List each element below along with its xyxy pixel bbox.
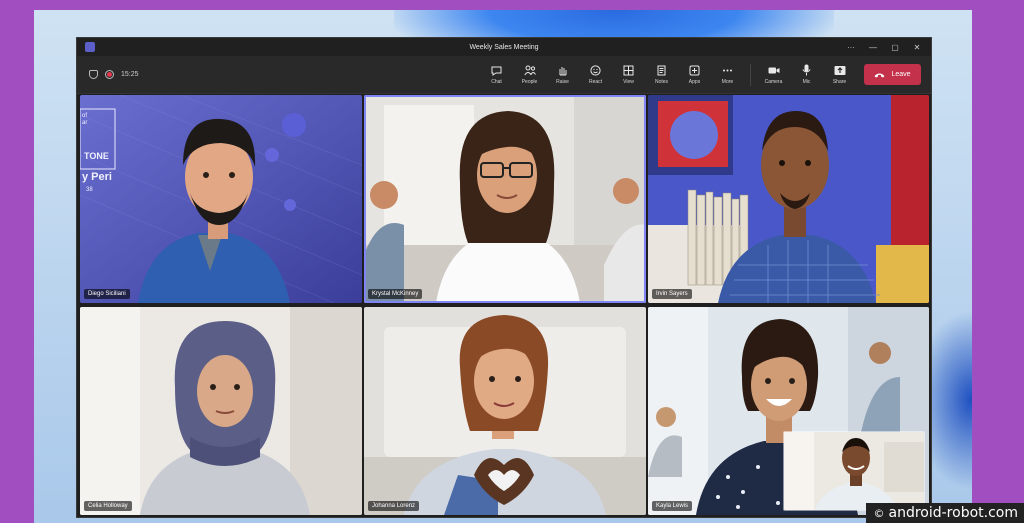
view-button[interactable]: View: [612, 64, 645, 85]
camera-label: Camera: [764, 79, 783, 85]
people-button[interactable]: People: [513, 64, 546, 85]
participant-name-kayla: Kayla Lewis: [652, 501, 693, 511]
participant-name-celia: Celia Holloway: [84, 501, 132, 511]
chat-button[interactable]: Chat: [480, 64, 513, 85]
mic-button[interactable]: Mic: [790, 64, 823, 85]
shield-icon: [89, 70, 98, 79]
more-label: More: [721, 79, 734, 85]
title-bar: Weekly Sales Meeting ··· — ▢ ✕: [77, 38, 931, 56]
window-controls: ··· — ▢ ✕: [845, 43, 931, 52]
apps-button[interactable]: Apps: [678, 64, 711, 85]
teams-meeting-window: Weekly Sales Meeting ··· — ▢ ✕ 15:25 Cha…: [76, 37, 932, 518]
meeting-toolbar: 15:25 Chat People Raise React View Notes…: [77, 56, 931, 94]
participant-tile-krystal[interactable]: Krystal McKinney: [364, 95, 646, 303]
participant-name-irvin: Irvin Sayers: [652, 289, 692, 299]
minimize-button[interactable]: —: [867, 43, 879, 52]
chat-label: Chat: [491, 79, 502, 85]
participant-tile-kayla[interactable]: Kayla Lewis: [648, 307, 929, 515]
camera-button[interactable]: Camera: [757, 64, 790, 85]
poster-number: 38: [86, 187, 93, 193]
participant-tile-diego[interactable]: of ar TONE y Peri 38 Diego Siciliani: [80, 95, 362, 303]
share-icon: [834, 64, 846, 76]
leave-label: Leave: [891, 71, 911, 78]
self-view-video[interactable]: [783, 431, 925, 511]
video-grid: of ar TONE y Peri 38 Diego Siciliani Kry…: [80, 95, 929, 515]
meeting-timer: 15:25: [121, 71, 139, 78]
plus-icon: [689, 64, 701, 76]
share-label: Share: [832, 79, 847, 85]
phone-hangup-icon: [874, 73, 885, 77]
participant-tile-irvin[interactable]: Irvin Sayers: [648, 95, 929, 303]
more-options-button[interactable]: ···: [845, 43, 857, 52]
raise-hand-button[interactable]: Raise: [546, 64, 579, 85]
participant-name-johanna: Johanna Lorenz: [368, 501, 420, 511]
participant-name-krystal: Krystal McKinney: [368, 289, 423, 299]
poster-line-2: ar: [82, 120, 88, 126]
poster-line-1: of: [82, 113, 88, 119]
close-button[interactable]: ✕: [911, 43, 923, 52]
window-title: Weekly Sales Meeting: [469, 43, 539, 51]
share-button[interactable]: Share: [823, 64, 856, 85]
chat-icon: [491, 64, 503, 76]
avatar-video-celia: [80, 307, 362, 515]
more-icon: [722, 64, 734, 76]
video-krystal: [364, 95, 646, 303]
poster-tone: TONE: [84, 151, 109, 161]
poster-peri: y Peri: [82, 171, 112, 183]
hand-icon: [557, 64, 569, 76]
people-icon: [523, 64, 536, 76]
avatar-video-irvin: [648, 95, 929, 303]
toolbar-divider: [750, 63, 751, 86]
apps-label: Apps: [688, 79, 701, 85]
avatar-video-diego: [80, 95, 362, 303]
grid-icon: [623, 64, 635, 76]
participant-name-diego: Diego Siciliani: [84, 289, 130, 299]
notes-label: Notes: [654, 79, 669, 85]
leave-button[interactable]: Leave: [864, 64, 921, 85]
copyright-symbol: ©: [873, 506, 885, 520]
participant-tile-celia[interactable]: Celia Holloway: [80, 307, 362, 515]
react-label: React: [588, 79, 603, 85]
site-watermark: © android-robot.com: [865, 503, 1024, 523]
notes-button[interactable]: Notes: [645, 64, 678, 85]
view-label: View: [623, 79, 634, 85]
smile-icon: [590, 64, 602, 76]
more-button[interactable]: More: [711, 64, 744, 85]
participant-tile-johanna[interactable]: Johanna Lorenz: [364, 307, 646, 515]
notes-icon: [656, 64, 668, 76]
react-button[interactable]: React: [579, 64, 612, 85]
watermark-text: android-robot.com: [888, 505, 1019, 521]
camera-icon: [768, 64, 780, 76]
raise-label: Raise: [556, 79, 569, 85]
recording-icon: [105, 70, 114, 79]
people-label: People: [521, 79, 538, 85]
self-view-image: [784, 432, 924, 510]
maximize-button[interactable]: ▢: [889, 43, 901, 52]
avatar-video-johanna: [364, 307, 646, 515]
mic-icon: [801, 64, 813, 76]
poster-text: of ar: [82, 113, 87, 127]
mic-label: Mic: [802, 79, 811, 85]
